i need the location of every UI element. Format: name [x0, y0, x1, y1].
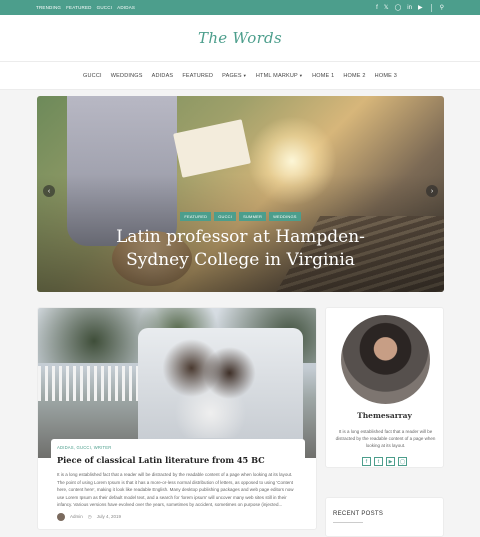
nav-item-pages[interactable]: PAGES▼: [222, 73, 247, 79]
recent-posts-widget: RECENT POSTS: [325, 497, 444, 537]
facebook-icon[interactable]: f: [376, 5, 378, 11]
post-image[interactable]: [38, 308, 316, 458]
chevron-left-icon[interactable]: ‹: [43, 185, 55, 197]
nav-item-featured[interactable]: FEATURED: [182, 73, 213, 79]
main-nav: GUCCI WEDDINGS ADIDAS FEATURED PAGES▼ HT…: [0, 62, 480, 90]
nav-item-html-markup[interactable]: HTML MARKUP▼: [256, 73, 303, 79]
tag-summer[interactable]: SUMMER: [239, 212, 267, 221]
facebook-icon[interactable]: f: [362, 457, 371, 466]
youtube-icon[interactable]: ▶: [418, 5, 423, 11]
tag-featured[interactable]: FEATURED: [180, 212, 212, 221]
top-link-gucci[interactable]: GUCCI: [97, 5, 113, 10]
divider: [430, 3, 432, 12]
post-image-people: [163, 338, 258, 438]
post-author[interactable]: Admin: [70, 514, 83, 519]
twitter-icon[interactable]: 𝕏: [384, 5, 389, 11]
author-avatar: [57, 512, 65, 521]
top-social: f 𝕏 ◯ in ▶ ⚲: [376, 3, 444, 12]
nav-item-adidas[interactable]: ADIDAS: [152, 73, 174, 79]
author-name: Themesarray: [357, 411, 412, 420]
clock-icon: ◷: [87, 513, 92, 519]
post-meta: Admin ◷ July 4, 2019: [57, 512, 299, 521]
hero-title[interactable]: Latin professor at Hampden- Sydney Colle…: [37, 226, 444, 272]
top-link-featured[interactable]: FEATURED: [66, 5, 92, 10]
twitter-icon[interactable]: t: [374, 457, 383, 466]
hero-slider[interactable]: ‹ › FEATURED GUCCI SUMMER WEDDINGS Latin…: [37, 96, 444, 292]
chevron-down-icon: ▼: [298, 72, 304, 78]
hero-tags: FEATURED GUCCI SUMMER WEDDINGS: [37, 212, 444, 221]
top-links: TRENDING FEATURED GUCCI ADIDAS: [36, 5, 135, 10]
instagram-icon[interactable]: ◯: [395, 5, 402, 11]
author-bio: It is a long established fact that a rea…: [335, 429, 436, 448]
search-icon[interactable]: ⚲: [440, 5, 444, 11]
author-photo: [341, 315, 430, 404]
post-categories[interactable]: ADIDAS, GUCCI, WRITER: [57, 445, 299, 450]
recent-posts-heading: RECENT POSTS: [333, 511, 384, 517]
author-widget: Themesarray It is a long established fac…: [325, 307, 444, 468]
nav-item-html-markup-label: HTML MARKUP: [255, 72, 298, 79]
post-title[interactable]: Piece of classical Latin literature from…: [57, 455, 299, 465]
post-card: ADIDAS, GUCCI, WRITER Piece of classical…: [37, 307, 317, 530]
post-excerpt: It is a long established fact that a rea…: [57, 472, 294, 507]
author-social: f t ▶ ◯: [326, 457, 443, 466]
site-logo[interactable]: The Words: [198, 29, 282, 47]
tag-gucci[interactable]: GUCCI: [214, 212, 237, 221]
nav-item-home-1[interactable]: HOME 1: [312, 73, 334, 79]
chevron-right-icon[interactable]: ›: [426, 185, 438, 197]
post-date: July 4, 2019: [96, 514, 121, 519]
tag-weddings[interactable]: WEDDINGS: [269, 212, 301, 221]
top-bar: TRENDING FEATURED GUCCI ADIDAS f 𝕏 ◯ in …: [0, 0, 480, 15]
linkedin-icon[interactable]: in: [407, 5, 412, 11]
nav-item-home-3[interactable]: HOME 3: [375, 73, 397, 79]
hero-title-line-2: Sydney College in Virginia: [126, 250, 355, 270]
post-body: ADIDAS, GUCCI, WRITER Piece of classical…: [51, 439, 305, 529]
instagram-icon[interactable]: ◯: [398, 457, 407, 466]
site-header: The Words: [0, 15, 480, 62]
top-link-adidas[interactable]: ADIDAS: [117, 5, 135, 10]
post-image-fence: [38, 366, 148, 401]
top-link-trending[interactable]: TRENDING: [36, 5, 61, 10]
youtube-icon[interactable]: ▶: [386, 457, 395, 466]
divider: [333, 522, 363, 523]
hero-title-line-1: Latin professor at Hampden-: [116, 227, 365, 247]
nav-item-pages-label: PAGES: [222, 72, 242, 79]
chevron-down-icon: ▼: [242, 72, 247, 78]
nav-item-weddings[interactable]: WEDDINGS: [111, 73, 143, 79]
nav-item-gucci[interactable]: GUCCI: [83, 73, 102, 79]
nav-item-home-2[interactable]: HOME 2: [343, 73, 365, 79]
